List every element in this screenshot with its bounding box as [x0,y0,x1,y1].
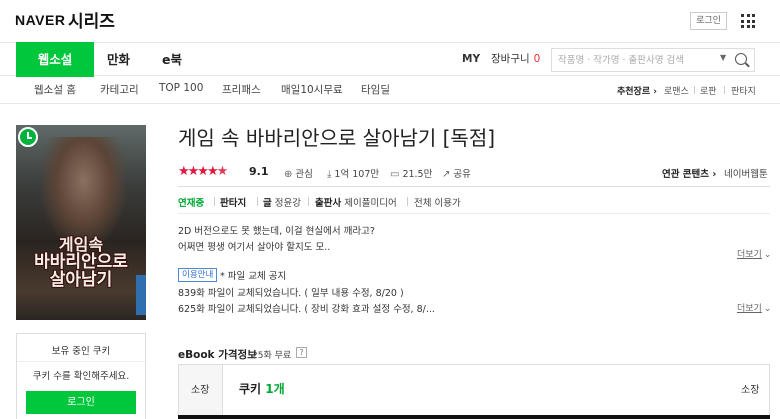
notice-tag: 이용안내 [178,268,218,282]
naver-logo[interactable]: NAVER [15,12,65,28]
interest-button[interactable]: ⊕ 관심 [284,166,313,180]
search-input[interactable] [558,52,718,68]
ebook-free-count: 25화 무료 [252,351,292,361]
search-box: ▼ [551,48,755,72]
status-badge: 연재중 [178,198,205,209]
own-label[interactable]: 소장 [741,381,759,396]
cookie-title: 보유 중인 쿠키 [51,346,111,357]
tab-comic[interactable]: 만화 [107,43,130,77]
book-info-row: 연재중 판타지 글 정윤강 출판사 제이플미디어 전체 이용가 [178,186,770,214]
rating-score: 9.1 [249,165,269,178]
series-edition-badge [136,275,146,315]
cookie-box: 보유 중인 쿠키 쿠키 수를 확인해주세요. 로그인 [16,333,146,419]
cookie-message: 쿠키 수를 확인해주세요. [32,371,130,382]
cover-illustration [41,137,126,247]
related-content-label[interactable]: 연관 콘텐츠 › [662,166,716,180]
related-content-value[interactable]: 네이버웹툰 [724,166,768,180]
subnav-item-category[interactable]: 카테고리 [100,82,139,97]
apps-grid-icon[interactable] [741,14,755,28]
download-count: ⤓ 1억 107만 [327,169,380,180]
cart-label: 장바구니 [491,53,530,65]
login-link[interactable]: 로그인 [690,12,727,30]
genre-link-romance[interactable]: 로맨스 [664,84,689,97]
download-icon: ⤓ [327,169,332,180]
top-bar: NAVER 시리즈 로그인 [0,0,780,42]
chevron-down-icon: ⌄ [763,304,772,314]
notice-title: * 파일 교체 공지 [220,271,287,282]
notice-line: 625화 파일이 교체되었습니다. ( 장비 강화 효과 설정 수정, 8/..… [178,304,435,315]
divider [407,197,408,206]
ebook-price-title: eBook 가격정보 [178,349,257,361]
genre-link-rofan[interactable]: 로판 [700,84,717,97]
search-icon[interactable] [735,53,747,65]
my-link[interactable]: MY [462,43,480,76]
help-icon[interactable]: ? [296,347,307,358]
subnav-item-freepass[interactable]: 프리패스 [222,82,261,97]
series-logo[interactable]: 시리즈 [68,7,115,32]
chevron-down-icon: ⌄ [763,250,772,260]
main-nav: 웹소설 만화 e북 MY 장바구니0 ▼ [0,42,780,77]
share-button[interactable]: ↗ 공유 [442,166,471,180]
genre-link-fantasy[interactable]: 판타지 [731,84,756,97]
cover-title: 게임속 바바리안으로 살아남기 [34,235,128,290]
genre-link[interactable]: 판타지 [220,195,246,209]
divider [257,197,258,206]
star-rating-icon: ★★★★★ [178,164,228,179]
recommended-genre-label: 추천장르 › [617,87,657,97]
tab-ebook[interactable]: e북 [162,43,182,77]
divider [724,86,725,94]
publisher-info[interactable]: 출판사 제이플미디어 [315,195,397,209]
author-info[interactable]: 글 정윤강 [263,195,301,209]
price-table-head: 소장 [179,365,223,419]
clock-badge-icon [18,127,38,147]
book-title: 게임 속 바바리안으로 살아남기 [독점] [178,126,496,150]
divider [214,197,215,206]
divider [17,361,145,362]
comment-icon: ▭ [390,169,400,180]
price-head-label: 소장 [191,385,210,396]
price-cookie: 쿠키 1개 [239,382,285,396]
age-rating: 전체 이용가 [414,198,461,209]
cart-count: 0 [533,53,541,65]
login-button[interactable]: 로그인 [26,391,136,414]
plus-circle-icon: ⊕ [284,169,293,180]
book-cover[interactable]: 게임속 바바리안으로 살아남기 [16,125,146,320]
cart-link[interactable]: 장바구니 0 [491,43,540,76]
divider [308,197,309,206]
share-icon: ↗ [442,169,451,180]
subnav-item-daily-free[interactable]: 매일10시무료 [281,82,343,97]
tab-webnovel[interactable]: 웹소설 [16,42,94,77]
subnav-item-timedeal[interactable]: 타임딜 [361,82,390,97]
divider [694,86,695,94]
subnav-item-home[interactable]: 웹소설 홈 [34,82,76,97]
book-description: 2D 버전으로도 못 했는데, 이걸 현실에서 깨라고? 어쩌면 평생 여기서 … [178,226,375,253]
search-dropdown-caret-icon[interactable]: ▼ [720,53,726,62]
subnav-item-top100[interactable]: TOP 100 [159,82,203,94]
notice-more-link[interactable]: 더보기 ⌄ [737,301,771,314]
description-more-link[interactable]: 더보기 ⌄ [737,247,771,260]
sub-nav: 웹소설 홈 카테고리 TOP 100 프리패스 매일10시무료 타임딜 추천장르… [0,76,780,104]
price-table: 소장 쿠키 1개 소장 [178,364,770,419]
table-divider [178,415,770,419]
notice-line: 839화 파일이 교체되었습니다. ( 일부 내용 수정, 8/20 ) [178,288,404,299]
comment-count[interactable]: ▭ 21.5만 [390,166,432,180]
